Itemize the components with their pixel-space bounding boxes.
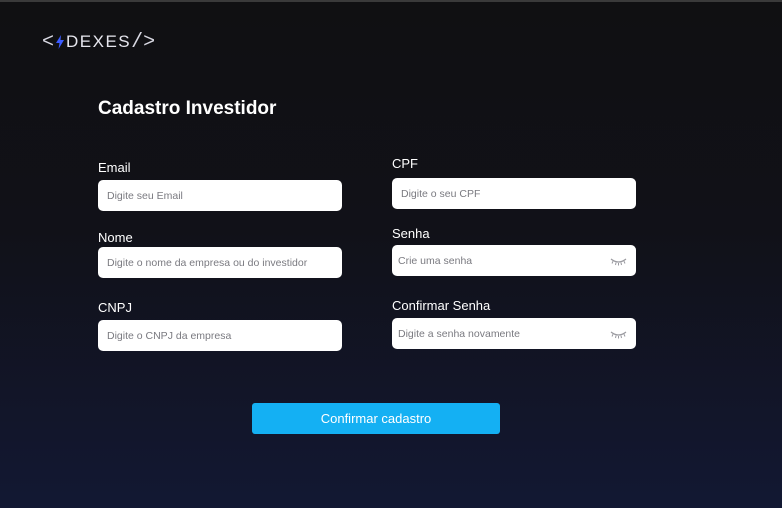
- lightning-bolt-icon: [56, 35, 65, 49]
- confirmar-senha-field-container: [392, 318, 636, 349]
- nome-field[interactable]: [107, 256, 333, 269]
- cnpj-field-container: [98, 320, 342, 351]
- nome-label: Nome: [98, 230, 133, 245]
- eye-closed-icon[interactable]: [610, 255, 627, 267]
- confirmar-senha-label: Confirmar Senha: [392, 298, 491, 313]
- email-field[interactable]: [107, 189, 333, 202]
- cpf-field[interactable]: [401, 187, 627, 200]
- page-title: Cadastro Investidor: [98, 98, 277, 119]
- senha-label: Senha: [392, 226, 430, 241]
- nome-field-container: [98, 247, 342, 278]
- senha-field-container: [392, 245, 636, 276]
- cnpj-field[interactable]: [107, 329, 333, 342]
- email-label: Email: [98, 160, 131, 175]
- logo-wordmark: DEXES: [66, 32, 132, 51]
- confirm-signup-button[interactable]: Confirmar cadastro: [252, 403, 500, 434]
- senha-field[interactable]: [398, 254, 606, 267]
- cpf-label: CPF: [392, 156, 418, 171]
- logo-open-bracket: <: [42, 30, 55, 54]
- window-top-border: [0, 0, 782, 2]
- brand-logo: < DEXES />: [42, 30, 156, 54]
- cnpj-label: CNPJ: [98, 300, 132, 315]
- logo-close-bracket: />: [131, 30, 156, 54]
- confirmar-senha-field[interactable]: [398, 327, 606, 340]
- email-field-container: [98, 180, 342, 211]
- cpf-field-container: [392, 178, 636, 209]
- eye-closed-icon[interactable]: [610, 328, 627, 340]
